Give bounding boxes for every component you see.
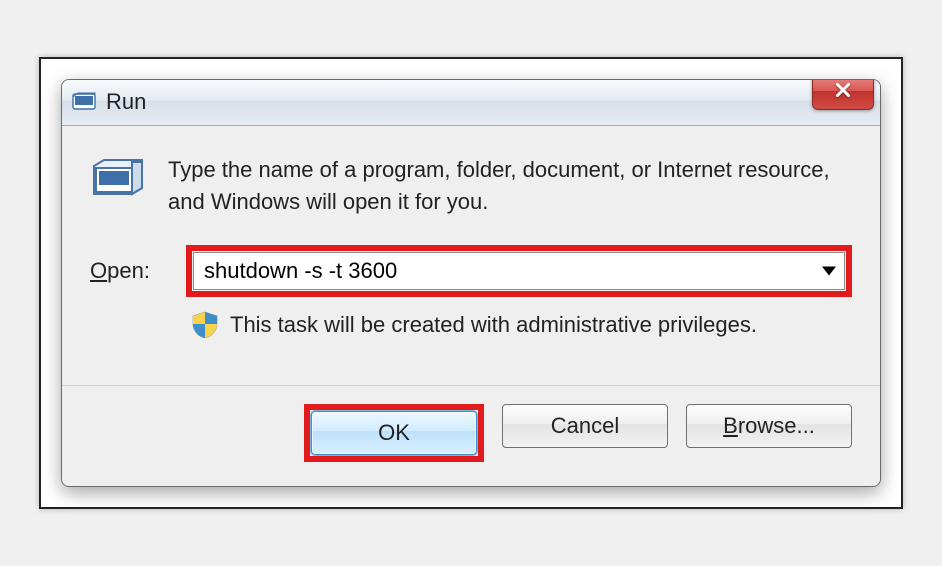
uac-shield-icon — [192, 311, 218, 339]
chevron-down-icon[interactable] — [822, 267, 836, 276]
window-title: Run — [106, 89, 146, 115]
info-row: Type the name of a program, folder, docu… — [90, 154, 852, 218]
open-input[interactable] — [204, 258, 810, 284]
dialog-body: Type the name of a program, folder, docu… — [62, 126, 880, 386]
open-field-highlight — [186, 245, 852, 297]
button-row: OK Cancel Browse... — [62, 385, 880, 486]
open-combobox[interactable] — [193, 252, 845, 290]
open-label: Open: — [90, 258, 168, 284]
run-dialog-window: Run Type the na — [61, 79, 881, 488]
ok-button-highlight: OK — [304, 404, 484, 462]
close-icon — [834, 81, 852, 104]
cancel-button[interactable]: Cancel — [502, 404, 668, 448]
close-button[interactable] — [812, 79, 874, 110]
screenshot-frame: Run Type the na — [39, 57, 903, 510]
description-text: Type the name of a program, folder, docu… — [168, 154, 852, 218]
run-program-icon — [90, 156, 146, 204]
admin-note-text: This task will be created with administr… — [230, 312, 757, 338]
titlebar[interactable]: Run — [62, 80, 880, 126]
browse-button[interactable]: Browse... — [686, 404, 852, 448]
admin-note-row: This task will be created with administr… — [90, 311, 852, 339]
run-title-icon — [72, 92, 96, 112]
open-row: Open: — [90, 245, 852, 297]
ok-button[interactable]: OK — [311, 411, 477, 455]
